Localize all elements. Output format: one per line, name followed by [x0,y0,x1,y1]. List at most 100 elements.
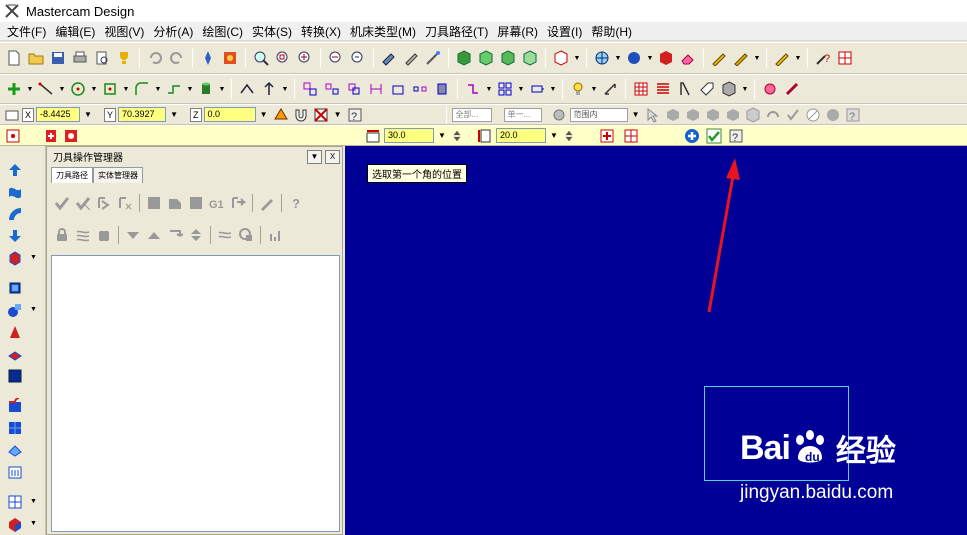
menu-settings[interactable]: 设置(I) [544,23,588,40]
dropdown-arrow-icon[interactable]: ▼ [794,48,802,68]
shade-icon[interactable] [220,48,240,68]
open-folder-icon[interactable] [26,48,46,68]
ops-help-icon[interactable]: ? [287,194,305,212]
rect-anchor-icon[interactable] [42,126,60,145]
dropdown-arrow-icon[interactable]: ▼ [30,498,37,505]
move-up-insert-icon[interactable] [145,226,163,244]
height-field[interactable]: 20.0 [496,128,546,143]
magnet-icon[interactable] [292,105,310,124]
anchor-center-icon[interactable] [598,126,616,145]
y-coordinate-field[interactable]: 70.3927 [118,107,167,122]
join-icon[interactable] [463,79,483,99]
menu-solids[interactable]: 实体(S) [249,23,298,40]
polyline-icon[interactable] [164,79,184,99]
insert-after-icon[interactable] [166,226,184,244]
menu-xform[interactable]: 转换(X) [298,23,347,40]
line-icon[interactable] [36,79,56,99]
dropdown-arrow-icon[interactable]: ▼ [30,254,37,261]
rectangle-icon[interactable] [100,79,120,99]
scroll-to-insert-icon[interactable] [187,226,205,244]
x-coordinate-field[interactable]: -8.4425 [36,107,81,122]
select-single-field[interactable]: 单一... [503,107,542,122]
menu-screen[interactable]: 屏幕(R) [494,23,544,40]
apply-plus-icon[interactable] [682,126,702,145]
select-all-ops-icon[interactable] [53,194,71,212]
rect-surface-icon[interactable] [62,126,80,145]
dropdown-arrow-icon[interactable]: ▼ [332,107,344,122]
fast-point-icon[interactable] [272,105,290,124]
graphics-viewport[interactable]: 选取第一个角的位置 Bai du 经验 jingyan.baidu.com [345,146,967,535]
break-icon[interactable] [259,79,279,99]
select-help-icon[interactable]: ? [844,105,862,124]
snap-off-icon[interactable] [312,105,330,124]
globe-icon[interactable] [592,48,612,68]
solid-fillet-icon[interactable] [5,396,25,416]
dropdown-arrow-icon[interactable]: ▼ [436,128,448,143]
select-range-field[interactable]: 范围内 [569,107,628,122]
print-preview-icon[interactable] [92,48,112,68]
menu-view[interactable]: 视图(V) [101,23,150,40]
solid-cube-icon[interactable] [5,366,25,386]
solid-box-icon[interactable] [719,79,739,99]
select-dirty-ops-icon[interactable] [74,194,92,212]
array-grid-icon[interactable] [495,79,515,99]
menu-toolpaths[interactable]: 刀具路径(T) [422,23,494,40]
rect-ribbon-icon[interactable] [4,126,22,145]
ok-check-icon[interactable] [704,126,724,145]
xform-offset-icon[interactable] [388,79,408,99]
tag-icon[interactable] [697,79,717,99]
dropdown-arrow-icon[interactable]: ▼ [485,79,493,99]
check-select-icon[interactable] [784,105,802,124]
menu-help[interactable]: 帮助(H) [588,23,638,40]
dropdown-arrow-icon[interactable]: ▼ [741,79,749,99]
ops-misc-icon[interactable] [266,226,284,244]
xform-translate-icon[interactable] [300,79,320,99]
lock-icon[interactable] [53,226,71,244]
cube-view-iso-icon[interactable] [520,48,540,68]
dropdown-arrow-icon[interactable]: ▼ [154,79,162,99]
dropdown-arrow-icon[interactable]: ▼ [168,107,180,122]
move-down-icon[interactable] [5,226,25,246]
red-cube-icon[interactable] [656,48,676,68]
eraser-icon[interactable] [678,48,698,68]
draft-icon[interactable] [675,79,695,99]
operations-list[interactable] [51,255,340,532]
dropdown-arrow-icon[interactable]: ▼ [549,79,557,99]
dot-select-icon[interactable] [824,105,842,124]
circle-icon[interactable] [68,79,88,99]
circle-select-icon[interactable] [804,105,822,124]
regenerate-dirty-icon[interactable] [116,194,134,212]
select-gear-icon[interactable] [550,105,568,124]
high-speed-icon[interactable] [258,194,276,212]
simulate-icon[interactable] [187,194,205,212]
save-icon[interactable] [48,48,68,68]
solid-extrude-icon[interactable] [5,278,25,298]
pencil-multi-icon[interactable] [731,48,751,68]
trim-icon[interactable] [237,79,257,99]
dropdown-arrow-icon[interactable]: ▼ [517,79,525,99]
surface-icon[interactable] [5,182,25,202]
solid-revolve-icon[interactable] [5,300,25,320]
regenerate-all-icon[interactable] [95,194,113,212]
verify-icon[interactable] [166,194,184,212]
anchor-grid-icon[interactable] [622,126,640,145]
select-all-field[interactable]: 全部... [451,107,492,122]
tab-toolpaths[interactable]: 刀具路径 [51,167,93,183]
dropdown-arrow-icon[interactable]: ▼ [186,79,194,99]
move-up-icon[interactable] [5,160,25,180]
repaint-icon[interactable] [198,48,218,68]
undo-icon[interactable] [145,48,165,68]
zoom-out-icon[interactable] [348,48,368,68]
point-plus-icon[interactable] [4,79,24,99]
dropdown-arrow-icon[interactable]: ▼ [26,79,34,99]
width-icon[interactable] [364,126,382,145]
revolve-icon[interactable] [5,204,25,224]
dropdown-arrow-icon[interactable]: ▼ [614,48,622,68]
hex-select-3-icon[interactable] [704,105,722,124]
menu-machine-type[interactable]: 机床类型(M) [347,23,422,40]
coord-lock-icon[interactable] [4,107,20,123]
xform-project-icon[interactable] [432,79,452,99]
dropdown-arrow-icon[interactable]: ▼ [573,48,581,68]
light-bulb-icon[interactable] [568,79,588,99]
z-coordinate-field[interactable]: 0.0 [203,107,256,122]
